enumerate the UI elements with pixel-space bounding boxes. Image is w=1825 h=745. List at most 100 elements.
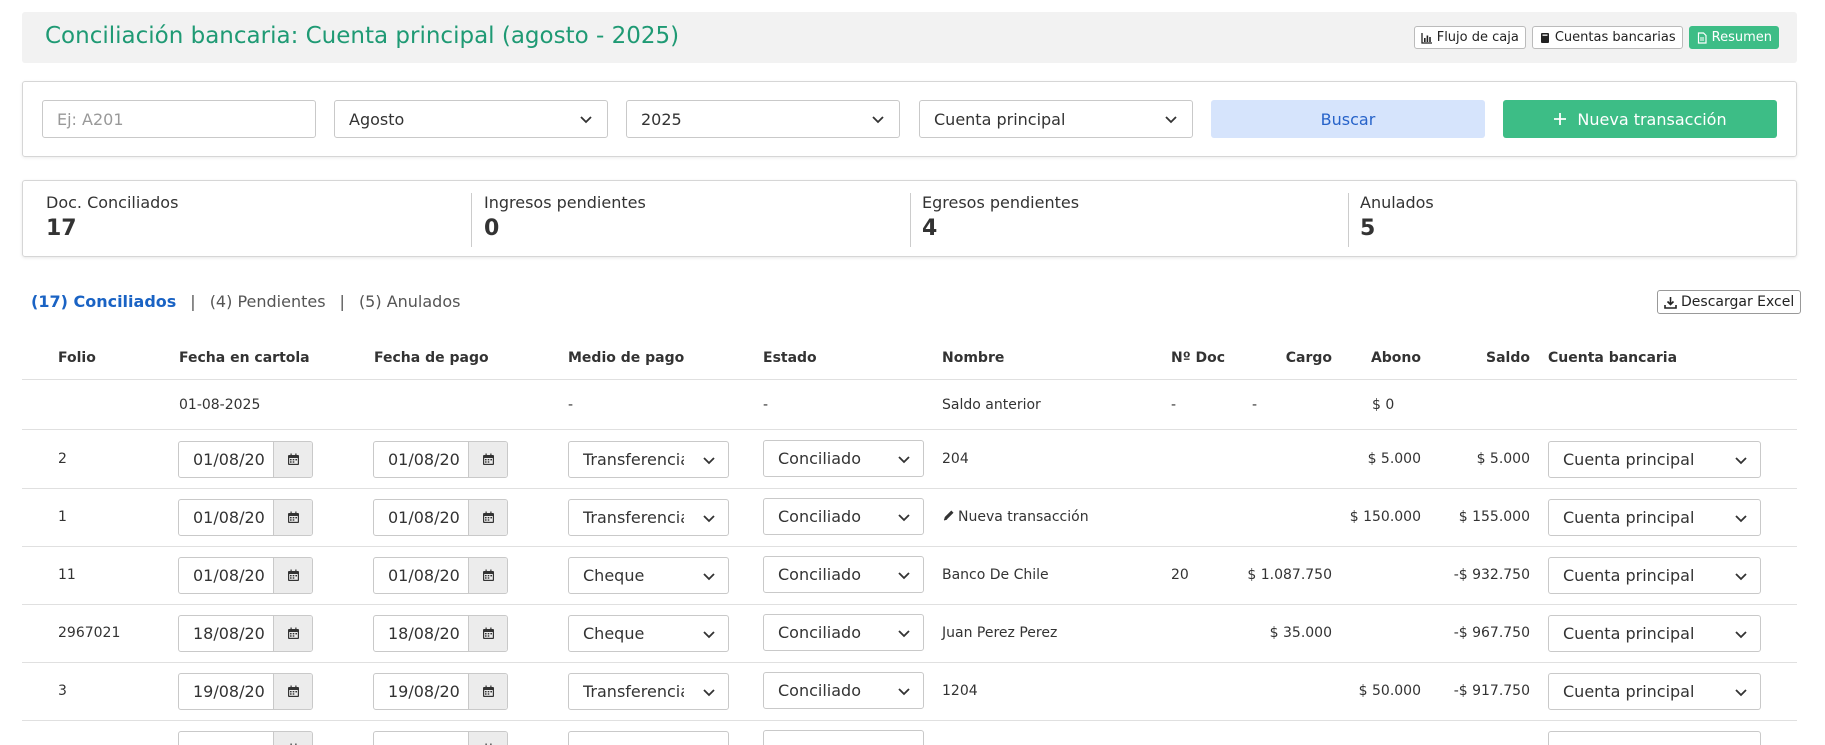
payment-date-value: 01/08/20 [374,442,469,477]
cell-folio: 1 [58,509,67,525]
cell-charge: $ 35.000 [1269,625,1332,641]
tab-pending[interactable]: (4) Pendientes [210,292,326,311]
status-select[interactable]: Conciliado [763,672,924,709]
calendar-button[interactable] [274,442,312,477]
payment-date-input[interactable]: 01/08/20 [373,441,508,478]
col-folio[interactable]: Folio [58,350,96,366]
month-select[interactable]: Agosto [334,100,608,138]
col-credit[interactable]: Abono [1342,350,1421,366]
payment-date-input[interactable]: 01/08/20 [373,557,508,594]
stat-reconciled: Doc. Conciliados 17 [46,193,178,243]
payment-method-value: Transferencia [583,508,684,527]
bank-account-select[interactable]: Cuenta principal [1548,557,1761,594]
chevron-down-icon [703,688,715,696]
col-charge[interactable]: Cargo [1252,350,1332,366]
col-name[interactable]: Nombre [942,350,1004,366]
stat-pending-expenses: Egresos pendientes 4 [922,193,1079,243]
calendar-button[interactable] [469,558,507,593]
opening-credit: $ 0 [1372,397,1395,413]
calendar-button[interactable] [469,732,507,745]
calendar-button[interactable] [274,500,312,535]
summary-stats: Doc. Conciliados 17 Ingresos pendientes … [22,180,1797,257]
opening-date: 01-08-2025 [179,397,261,413]
bank-account-value: Cuenta principal [1563,450,1695,469]
chevron-down-icon [898,687,910,695]
opening-balance-row: 01-08-2025 - - Saldo anterior - - $ 0 [22,380,1797,430]
statement-date-input[interactable]: 18/08/20 [178,615,313,652]
bank-account-select[interactable]: Cuenta principal [1548,441,1761,478]
opening-doc-no: - [1171,397,1177,413]
payment-date-input[interactable]: 19/08/20 [373,673,508,710]
tab-reconciled[interactable]: (17) Conciliados [31,292,176,311]
payment-date-input[interactable]: 18/08/20 [373,615,508,652]
chevron-down-icon [872,116,884,124]
statement-date-input[interactable]: 19/08/20 [178,673,313,710]
bank-account-select[interactable]: Cuenta principal [1548,615,1761,652]
status-select[interactable]: Conciliado [763,440,924,477]
payment-method-value: Cheque [583,566,645,585]
calendar-button[interactable] [274,732,312,745]
statement-date-value: 18/08/20 [179,616,274,651]
chevron-down-icon [580,116,592,124]
payment-method-select[interactable]: Transferencia [568,441,729,478]
status-select[interactable]: Conciliado [763,614,924,651]
pencil-icon [943,510,954,521]
payment-method-select[interactable] [568,731,729,745]
summary-button[interactable]: Resumen [1688,26,1779,49]
download-excel-button[interactable]: Descargar Excel [1657,290,1802,314]
document-icon [1697,31,1707,44]
stat-voided: Anulados 5 [1360,193,1434,243]
account-select[interactable]: Cuenta principal [919,100,1193,138]
calendar-button[interactable] [469,442,507,477]
statement-date-input[interactable]: 01/08/20 [178,441,313,478]
cell-credit: $ 150.000 [1349,509,1421,525]
col-payment-method[interactable]: Medio de pago [568,350,684,366]
page-title: Conciliación bancaria: Cuenta principal … [45,23,680,49]
bank-account-select[interactable]: Cuenta principal [1548,673,1761,710]
col-payment-date[interactable]: Fecha de pago [374,350,489,366]
statement-date-value: 01/08/20 [179,500,274,535]
status-value: Conciliado [778,681,861,700]
new-transaction-button[interactable]: Nueva transacción [1503,100,1777,138]
col-statement-date[interactable]: Fecha en cartola [179,350,310,366]
col-doc-no[interactable]: Nº Doc [1171,350,1225,366]
statement-date-input[interactable]: 01/08/20 [178,557,313,594]
divider [1348,193,1349,247]
bank-account-select[interactable]: Cuenta principal [1548,499,1761,536]
payment-method-select[interactable]: Transferencia [568,499,729,536]
bank-account-select[interactable] [1548,731,1761,745]
payment-method-select[interactable]: Cheque [568,615,729,652]
tab-voided[interactable]: (5) Anulados [359,292,461,311]
col-status[interactable]: Estado [763,350,817,366]
calendar-button[interactable] [469,500,507,535]
col-bank-account[interactable]: Cuenta bancaria [1548,350,1677,366]
cell-charge: $ 1.087.750 [1247,567,1332,583]
status-select[interactable] [763,730,924,745]
chevron-down-icon [1735,572,1747,580]
calendar-button[interactable] [469,616,507,651]
col-balance[interactable]: Saldo [1430,350,1530,366]
download-icon [1664,296,1677,309]
name-text: 204 [942,451,969,467]
filter-bar: Ej: A201 Agosto 2025 Cuenta principal Bu… [22,81,1797,157]
status-select[interactable]: Conciliado [763,556,924,593]
payment-date-input[interactable] [373,731,508,745]
year-select[interactable]: 2025 [626,100,900,138]
search-button[interactable]: Buscar [1211,100,1485,138]
status-select[interactable]: Conciliado [763,498,924,535]
stat-value: 17 [46,216,77,241]
calendar-button[interactable] [469,674,507,709]
calendar-button[interactable] [274,616,312,651]
bank-accounts-button[interactable]: Cuentas bancarias [1531,26,1683,49]
cashflow-button[interactable]: Flujo de caja [1413,26,1526,49]
payment-method-select[interactable]: Transferencia [568,673,729,710]
payment-date-input[interactable]: 01/08/20 [373,499,508,536]
statement-date-input[interactable]: 01/08/20 [178,499,313,536]
payment-method-select[interactable]: Cheque [568,557,729,594]
cell-name[interactable]: Nueva transacción [942,509,1089,525]
calendar-icon [287,685,299,697]
calendar-button[interactable] [274,674,312,709]
folio-search-input[interactable]: Ej: A201 [42,100,316,138]
statement-date-input[interactable] [178,731,313,745]
calendar-button[interactable] [274,558,312,593]
